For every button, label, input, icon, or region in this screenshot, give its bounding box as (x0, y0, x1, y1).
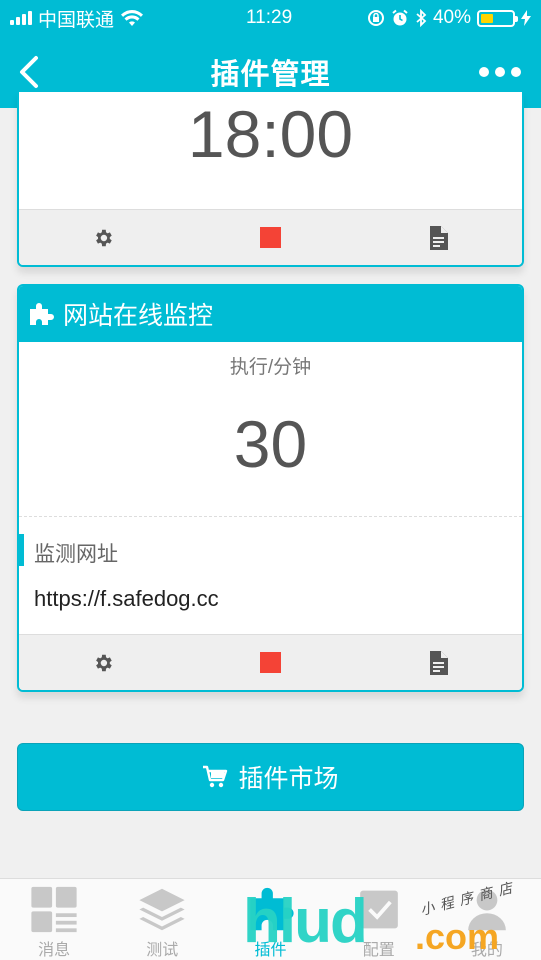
plugin-card-monitor: 网站在线监控 执行/分钟 30 监测网址 https://f.safedog.c… (17, 284, 524, 692)
signal-icon (10, 11, 32, 25)
user-icon (468, 889, 506, 931)
clock-time: 11:29 (246, 7, 293, 28)
stop-button[interactable] (240, 643, 300, 683)
chevron-left-icon[interactable] (14, 52, 46, 92)
log-button[interactable] (408, 643, 468, 683)
gear-icon (95, 654, 112, 671)
plugin-market-label: 插件市场 (238, 765, 339, 793)
settings-button[interactable] (73, 218, 133, 258)
bluetooth-icon (416, 9, 427, 27)
carrier-label: 中国联通 (38, 9, 115, 31)
puzzle-icon (249, 887, 294, 931)
card-action-bar (19, 209, 522, 265)
tab-test[interactable]: 测试 (108, 879, 216, 960)
tab-config[interactable]: 配置 (325, 879, 433, 960)
card-action-bar (19, 634, 522, 690)
card-header: 网站在线监控 (19, 286, 522, 342)
config-icon (359, 890, 398, 929)
status-bar: 中国联通 11:29 40% (0, 0, 541, 36)
stop-button[interactable] (240, 218, 300, 258)
layers-icon (139, 888, 185, 931)
tab-messages[interactable]: 消息 (0, 879, 108, 960)
tab-plugins[interactable]: 插件 (216, 879, 324, 960)
rotation-lock-icon (367, 10, 384, 26)
stop-icon (259, 227, 281, 248)
tab-label: 测试 (146, 942, 179, 959)
page-title: 插件管理 (210, 59, 331, 91)
plugin-market-button[interactable]: 插件市场 (17, 743, 524, 811)
field-label: 监测网址 (34, 543, 118, 566)
charging-icon (521, 10, 531, 26)
frequency-label: 执行/分钟 (229, 357, 312, 378)
log-button[interactable] (408, 218, 468, 258)
field-accent-bar (19, 534, 24, 566)
cart-icon (203, 765, 228, 788)
more-dots-icon[interactable] (479, 58, 521, 86)
log-document-icon (430, 225, 449, 250)
alarm-icon (392, 9, 408, 26)
battery-percent: 40% (432, 7, 471, 28)
log-document-icon (430, 650, 449, 675)
card-title: 网站在线监控 (63, 302, 214, 330)
wifi-icon (121, 10, 144, 26)
gear-icon (95, 229, 112, 246)
puzzle-icon (30, 303, 54, 325)
battery-icon (477, 9, 518, 27)
frequency-value: 30 (233, 407, 308, 481)
tab-label: 消息 (38, 942, 71, 959)
message-grid-icon (31, 886, 77, 933)
stop-icon (259, 652, 281, 673)
divider (19, 516, 522, 517)
tab-bar: 消息 测试 插件 配置 我的 (0, 878, 541, 960)
tab-mine[interactable]: 我的 (433, 879, 541, 960)
tab-label: 配置 (362, 942, 395, 959)
plugin-card-schedule: 18:00 (17, 92, 524, 267)
settings-button[interactable] (73, 643, 133, 683)
monitor-url: https://f.safedog.cc (34, 586, 219, 611)
schedule-time: 18:00 (187, 97, 354, 171)
tab-label: 插件 (254, 942, 287, 959)
tab-label: 我的 (470, 942, 503, 959)
